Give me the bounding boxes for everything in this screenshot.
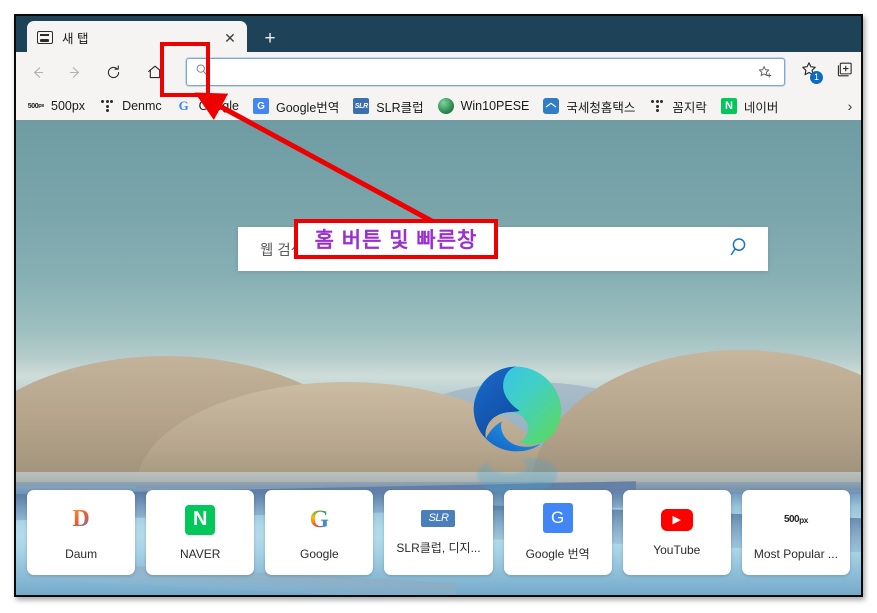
tile-label: Most Popular ... <box>753 546 838 561</box>
bookmark-hometax[interactable]: 국세청홈택스 <box>537 95 641 117</box>
address-bar[interactable] <box>186 58 785 86</box>
forward-button[interactable] <box>58 57 92 87</box>
tile-naver[interactable]: N NAVER <box>146 490 255 575</box>
bookmarks-bar: 500 px 500px Denmc G Google G Google번역 SL… <box>16 92 861 120</box>
google-translate-icon: G <box>542 503 573 533</box>
new-tab-button[interactable]: + <box>258 26 282 50</box>
newtab-icon <box>37 31 53 44</box>
tile-label: Daum <box>65 546 98 561</box>
bookmark-500px[interactable]: 500 px 500px <box>22 95 91 117</box>
forward-icon <box>67 64 84 81</box>
search-icon[interactable] <box>728 235 752 264</box>
tile-most-popular[interactable]: 500 px Most Popular ... <box>741 490 850 575</box>
favorites-button[interactable]: 1 <box>793 57 827 87</box>
bookmark-label: 500px <box>51 99 86 113</box>
bookmark-label: SLR클럽 <box>376 100 424 115</box>
favorite-add-icon[interactable] <box>752 60 778 84</box>
tile-label: YouTube <box>653 542 701 557</box>
bookmark-win10pese[interactable]: Win10PESE <box>432 95 536 117</box>
bookmark-label: 네이버 <box>743 100 779 115</box>
google-translate-icon: G <box>252 98 269 114</box>
back-button[interactable] <box>20 57 54 87</box>
globe-icon <box>437 98 454 114</box>
slr-club-icon: SLR <box>353 98 370 114</box>
home-icon <box>146 63 164 81</box>
google-icon: G <box>178 98 189 113</box>
tile-google-translate[interactable]: G Google 번역 <box>503 490 612 575</box>
search-icon <box>195 63 209 82</box>
address-input[interactable] <box>215 63 752 81</box>
edge-logo <box>470 363 562 455</box>
500px-icon: 500 px <box>783 514 808 525</box>
bookmark-label: 국세청홈택스 <box>566 100 636 115</box>
bookmark-denmc[interactable]: Denmc <box>93 95 168 117</box>
bookmark-google-translate[interactable]: G Google번역 <box>247 95 345 117</box>
home-button[interactable] <box>138 57 172 87</box>
close-icon[interactable]: ✕ <box>219 27 241 49</box>
naver-icon: N <box>185 504 216 535</box>
500px-icon: 500 px <box>28 102 44 110</box>
bookmark-naver[interactable]: N 네이버 <box>715 95 785 117</box>
tile-daum[interactable]: D Daum <box>27 490 136 575</box>
tab-strip: 새 탭 ✕ + <box>16 16 861 54</box>
web-search-placeholder: 웹 검색 <box>260 242 305 259</box>
tile-slr-club[interactable]: SLR SLR클럽, 디지... <box>384 490 493 575</box>
bookmarks-overflow-button[interactable]: › <box>841 96 859 116</box>
tile-label: Google 번역 <box>525 547 590 561</box>
bookmark-label: 꼼지락 <box>672 100 707 115</box>
favorites-badge: 1 <box>810 71 823 84</box>
daum-icon: D <box>66 505 96 535</box>
tile-label: NAVER <box>179 546 221 561</box>
hometax-icon <box>543 98 560 114</box>
braille-dots-icon <box>649 98 665 114</box>
google-icon: G <box>304 505 334 535</box>
shortcut-tiles: D Daum N NAVER G Google SLR SLR클럽, 디지...… <box>27 490 850 575</box>
bookmark-label: Google <box>198 99 239 113</box>
tab-new-tab[interactable]: 새 탭 ✕ <box>27 21 247 54</box>
bookmark-kkomjirak[interactable]: 꼼지락 <box>643 95 713 117</box>
refresh-button[interactable] <box>96 57 130 87</box>
browser-window: 새 탭 ✕ + 1 500 px 500px Denmc G Google G … <box>14 14 863 597</box>
youtube-icon: ▶ <box>660 508 693 531</box>
web-search-box[interactable]: 웹 검색 <box>238 227 768 271</box>
bookmark-label: Google번역 <box>275 100 340 115</box>
background-hill <box>531 350 861 490</box>
collections-button[interactable] <box>827 57 861 87</box>
bookmark-label: Win10PESE <box>460 99 530 113</box>
tile-google[interactable]: G Google <box>265 490 374 575</box>
refresh-icon <box>105 64 122 81</box>
bookmark-slr-club[interactable]: SLR SLR클럽 <box>347 95 429 117</box>
bookmark-google[interactable]: G Google <box>170 95 245 117</box>
slr-club-icon: SLR <box>421 509 456 527</box>
back-icon <box>29 64 46 81</box>
collections-icon <box>835 60 854 84</box>
new-tab-page: 웹 검색 D Daum N NAVER G Google SLR SLR클럽, … <box>16 120 861 595</box>
tile-youtube[interactable]: ▶ YouTube <box>622 490 731 575</box>
tile-label: Google <box>300 546 339 561</box>
bookmark-label: Denmc <box>122 99 162 113</box>
naver-icon: N <box>720 98 737 114</box>
tab-title: 새 탭 <box>62 32 89 46</box>
browser-toolbar: 1 <box>16 52 861 92</box>
braille-dots-icon <box>99 98 115 114</box>
tile-label: SLR클럽, 디지... <box>396 540 481 555</box>
